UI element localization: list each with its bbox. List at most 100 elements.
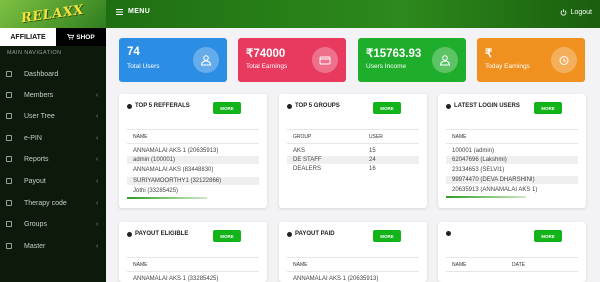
members-icon [6, 92, 12, 98]
sidebar-item-label: Payout [24, 177, 46, 185]
row-name: 62047696 (Lakshmi) [452, 157, 507, 163]
table-header: NAME [127, 257, 259, 272]
hamburger-icon [116, 8, 123, 15]
user-circle-icon [446, 103, 451, 109]
more-button[interactable]: MORE [534, 230, 562, 242]
panel-title: LATEST LOGIN USERS [446, 103, 520, 109]
column-header-user: USER [369, 133, 383, 140]
payout-paid-panel: PAYOUT PAID MORE NAME ANNAMALAI AKS 1 (2… [279, 222, 427, 282]
sidebar-item-label: Master [24, 242, 46, 250]
app-logo[interactable]: RELAXX [0, 0, 106, 28]
sidebar-item-members[interactable]: Members ‹ [0, 88, 106, 102]
more-button[interactable]: MORE [213, 230, 241, 242]
therapy-icon [6, 200, 12, 206]
master-icon [6, 243, 12, 249]
user-icon [193, 47, 219, 73]
chevron-left-icon: ‹ [96, 177, 99, 185]
groups-icon [6, 221, 12, 227]
sidebar-item-therapy-code[interactable]: Therapy code ‹ [0, 196, 106, 210]
panel-title-text: PAYOUT PAID [295, 231, 335, 237]
table-header: GROUP USER [287, 129, 419, 144]
stat-label: Today Earnings [485, 63, 530, 70]
tree-icon [6, 113, 12, 119]
table-row: ANNAMALAI AKS 1 (20635913) [287, 275, 419, 282]
table-row: DE STAFF 24 [287, 156, 419, 164]
panel-title-text: TOP 5 GROUPS [295, 103, 340, 109]
nav-section-title: MAIN NAVIGATION [7, 50, 62, 56]
sidebar-item-groups[interactable]: Groups ‹ [0, 217, 106, 231]
row-name: ANNAMALAI AKS 1 (20635913) [133, 148, 219, 154]
scroll-indicator [127, 197, 207, 199]
table-header: NAME [287, 257, 419, 272]
reports-icon [6, 156, 12, 162]
row-user-count: 24 [369, 157, 376, 163]
sidebar-item-dashboard[interactable]: Dashboard [0, 67, 106, 81]
table-row: 100001 (admin) [446, 147, 578, 155]
more-button[interactable]: MORE [534, 102, 562, 114]
more-button[interactable]: MORE [373, 102, 401, 114]
row-name: ANNAMALAI AKS 1 (20635913) [293, 276, 379, 282]
row-name: SURIYAMOORTHY1 (32122866) [133, 178, 222, 184]
row-name: Jothi (33285425) [133, 188, 179, 194]
stat-total-earnings: ₹74000 Total Earnings [238, 38, 346, 82]
chevron-left-icon: ‹ [96, 155, 99, 163]
table-row: admin (100001) [127, 156, 259, 164]
chevron-left-icon: ‹ [96, 91, 99, 99]
sidebar-item-payout[interactable]: Payout ‹ [0, 174, 106, 188]
table-header: NAME [446, 129, 578, 144]
top-groups-panel: TOP 5 GROUPS MORE GROUP USER AKS 15 DE STA… [279, 94, 427, 208]
table-row: ANNAMALAI AKS 1 (33285425) [127, 275, 259, 282]
tab-affiliate[interactable]: AFFILIATE [0, 28, 56, 46]
more-button[interactable]: MORE [373, 230, 401, 242]
sidebar-item-label: Groups [24, 220, 47, 228]
tab-shop[interactable]: SHOP [56, 28, 106, 46]
sidebar-item-label: Dashboard [24, 70, 59, 78]
table-row: 62047696 (Lakshmi) [446, 156, 578, 164]
row-name: 20635913 (ANNAMALAI AKS 1) [452, 187, 538, 193]
sidebar-item-label: e-PIN [24, 134, 42, 142]
panel-title: PAYOUT ELIGIBLE [127, 231, 188, 237]
chevron-left-icon: ‹ [96, 199, 99, 207]
user-circle-icon [287, 103, 292, 109]
stat-label: Users Income [366, 63, 407, 70]
logout-button[interactable]: Logout [560, 9, 592, 16]
sidebar-item-master[interactable]: Master ‹ [0, 239, 106, 253]
menu-label: MENU [128, 8, 151, 15]
stat-label: Total Earnings [246, 63, 288, 70]
panel-title: PAYOUT PAID [287, 231, 335, 237]
column-header-date: DATE [512, 261, 525, 268]
stat-value: ₹74000 [246, 48, 286, 60]
row-group: DEALERS [293, 166, 322, 172]
top-referrals-panel: TOP 5 REFFERALS MORE NAME ANNAMALAI AKS … [119, 94, 267, 208]
dashboard-icon [6, 71, 12, 77]
row-name: 99974470 (DEVA DHARSHINI) [452, 177, 535, 183]
menu-toggle-button[interactable]: MENU [116, 8, 150, 15]
table-row: ANNAMALAI AKS 1 (20635913) [127, 147, 259, 155]
chevron-left-icon: ‹ [96, 134, 99, 142]
panel-title [446, 231, 451, 236]
chevron-left-icon: ‹ [96, 242, 99, 250]
info-icon [127, 231, 132, 237]
column-header-group: GROUP [293, 133, 312, 140]
stat-today-earnings: ₹ Today Earnings [477, 38, 585, 82]
panel-title: TOP 5 GROUPS [287, 103, 340, 109]
table-row: AKS 15 [287, 147, 419, 155]
sidebar-item-reports[interactable]: Reports ‹ [0, 152, 106, 166]
more-button[interactable]: MORE [213, 102, 241, 114]
row-user-count: 16 [369, 166, 376, 172]
sidebar-item-label: Members [24, 91, 54, 99]
wallet-icon [312, 47, 338, 73]
column-header-name: NAME [133, 133, 148, 140]
stat-value: 74 [127, 46, 140, 58]
pin-icon [6, 135, 12, 141]
clock-icon [551, 47, 577, 73]
row-name: admin (100001) [133, 157, 176, 163]
untitled-panel: MORE NAME DATE [438, 222, 586, 282]
sidebar-item-label: User Tree [24, 112, 55, 120]
sidebar-item-user-tree[interactable]: User Tree ‹ [0, 109, 106, 123]
sidebar-tabs: AFFILIATE SHOP [0, 28, 106, 46]
sidebar-item-epin[interactable]: e-PIN ‹ [0, 131, 106, 145]
user-circle-icon [127, 103, 132, 109]
stat-users-income: ₹15763.93 Users Income [358, 38, 466, 82]
row-name: ANNAMALAI AKS 1 (33285425) [133, 276, 219, 282]
